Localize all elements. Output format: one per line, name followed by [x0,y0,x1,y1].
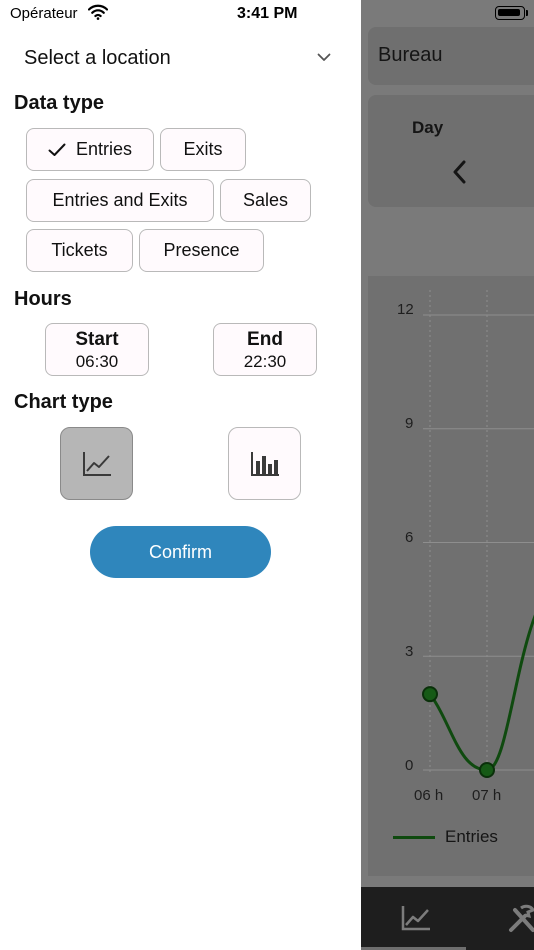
chip-label: Tickets [51,240,108,260]
chevron-down-icon [317,53,331,61]
chip-label: Exits [183,139,223,159]
location-name: Bureau [378,44,443,66]
tab-bar [361,887,534,950]
data-point [422,686,438,703]
legend-label: Entries [445,827,498,846]
location-select[interactable]: Select a location [10,40,345,80]
y-tick-label: 0 [405,757,414,774]
data-type-sales[interactable]: Sales [220,179,311,222]
chart-type-title: Chart type [14,391,113,413]
y-tick-label: 12 [397,301,414,318]
line-chart-icon [82,451,111,476]
hours-title: Hours [14,288,72,310]
x-tick-label: 07 h [472,787,502,804]
end-value: 22:30 [243,352,287,371]
x-tick-label: 06 h [414,787,444,804]
battery-icon [495,6,525,20]
period-card: Day [368,95,534,207]
data-type-presence[interactable]: Presence [139,229,264,272]
carrier-label: Opérateur [10,5,78,22]
bar-chart-option[interactable] [228,427,301,500]
confirm-button[interactable]: Confirm [90,526,271,578]
start-value: 06:30 [75,352,119,371]
data-type-entries[interactable]: Entries [26,128,154,171]
chip-label: Sales [242,190,289,210]
background-app: Bureau Day 12 9 6 3 0 06 h 07 h Entries [361,0,534,950]
line-chart-option[interactable] [60,427,133,500]
status-time: 3:41 PM [237,5,298,22]
chevron-left-icon [453,160,466,184]
period-label: Day [412,118,444,137]
y-tick-label: 3 [405,643,414,660]
legend-swatch [393,836,435,839]
data-type-tickets[interactable]: Tickets [26,229,133,272]
location-placeholder: Select a location [24,47,171,69]
battery-tip [526,10,528,16]
chart-tab-icon [401,906,430,931]
filter-panel: Opérateur 3:41 PM Select a location Data… [0,0,361,950]
end-label: End [247,329,283,350]
bar-chart-icon [250,451,279,476]
chip-label: Presence [163,240,240,260]
data-type-exits[interactable]: Exits [160,128,246,171]
chip-label: Entries and Exits [52,190,188,210]
chart-area: 12 9 6 3 0 06 h 07 h Entries [368,276,534,876]
data-type-entries-and-exits[interactable]: Entries and Exits [26,179,214,222]
check-icon [48,143,66,157]
confirm-label: Confirm [148,541,212,562]
data-type-title: Data type [14,92,105,114]
data-point [479,762,495,778]
chip-label: Entries [75,139,133,159]
y-tick-label: 9 [405,415,414,432]
start-label: Start [75,329,119,350]
y-tick-label: 6 [405,529,414,546]
line-chart [422,290,534,778]
tools-tab-icon [509,904,534,932]
location-header: Bureau [368,27,534,85]
wifi-icon [88,4,108,20]
start-hour-button[interactable]: Start 06:30 [45,323,149,376]
series-line-entries [428,614,534,772]
end-hour-button[interactable]: End 22:30 [213,323,317,376]
